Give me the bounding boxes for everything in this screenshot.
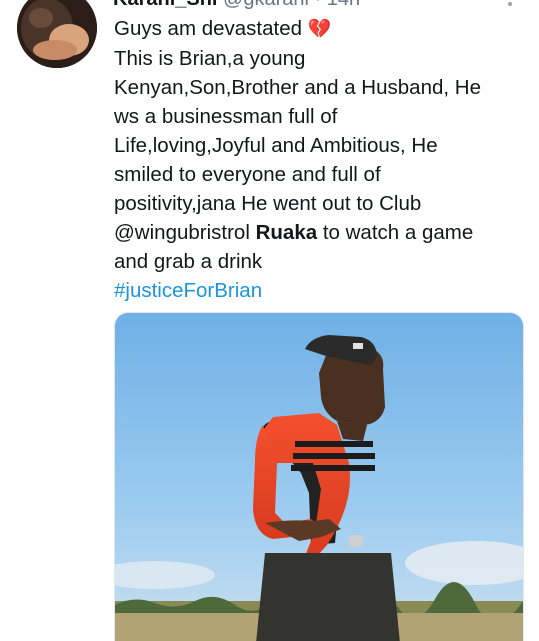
tweet-line: smiled to everyone and full of: [114, 163, 381, 186]
avatar[interactable]: [17, 0, 97, 68]
tweet-text: Guys am devastated 💔 This is Brian,a you…: [114, 14, 534, 305]
tweet-line: positivity,jana He went out to Club: [114, 192, 422, 215]
user-handle[interactable]: @gkarani: [223, 0, 309, 10]
hashtag-link[interactable]: #justiceForBrian: [114, 276, 534, 305]
tweet[interactable]: Karani_Shi @gkarani · 14h Guys am devast…: [0, 0, 539, 641]
tweet-line: This is Brian,a young: [114, 47, 306, 70]
photo-image: [115, 313, 523, 641]
display-name[interactable]: Karani_Shi: [113, 0, 217, 10]
tweet-line: and grab a drink: [114, 250, 263, 273]
tweet-header: Karani_Shi @gkarani · 14h: [113, 0, 360, 9]
tweet-line: @wingubristrol Ruaka to watch a game: [114, 218, 534, 247]
separator-dot: ·: [315, 0, 322, 10]
mention-link[interactable]: @wingubristrol: [114, 221, 250, 244]
timestamp[interactable]: 14h: [327, 0, 360, 10]
broken-heart-icon: 💔: [307, 19, 332, 40]
tweet-line: Kenyan,Son,Brother and a Husband, He: [114, 76, 481, 99]
avatar-image: [17, 0, 97, 68]
tweet-line: Guys am devastated 💔: [114, 14, 534, 44]
more-options-icon[interactable]: [508, 2, 512, 6]
tweet-line-rest: to watch a game: [322, 221, 474, 244]
tweet-first-line: Guys am devastated: [114, 17, 303, 40]
bold-word: Ruaka: [255, 221, 318, 244]
tweet-line: ws a businessman full of: [114, 105, 338, 128]
tweet-line: Life,loving,Joyful and Ambitious, He: [114, 134, 438, 157]
tweet-photo[interactable]: [114, 312, 524, 641]
